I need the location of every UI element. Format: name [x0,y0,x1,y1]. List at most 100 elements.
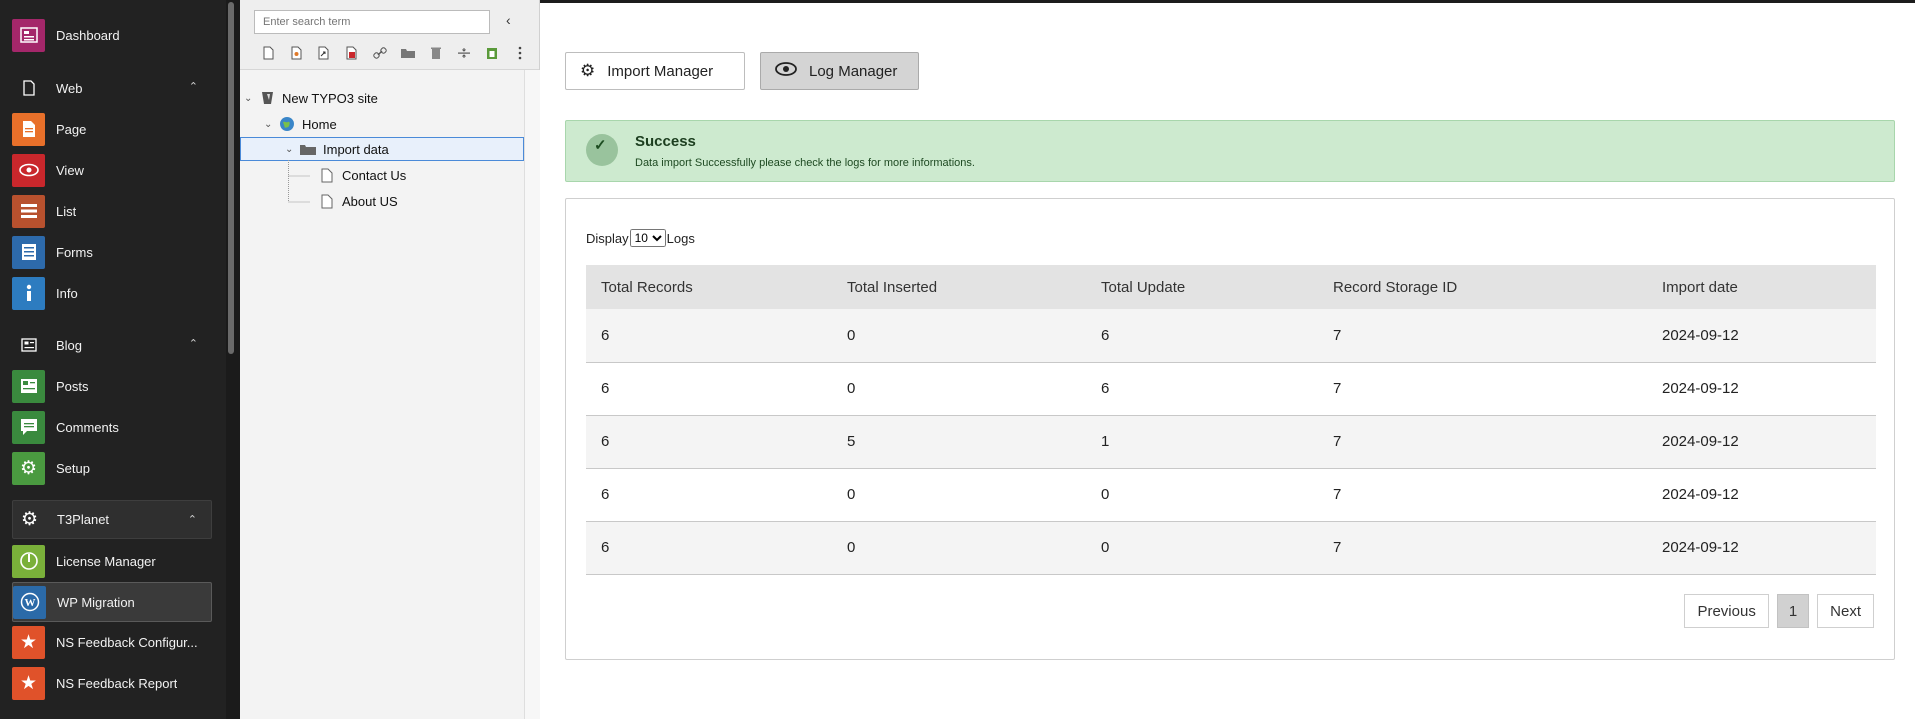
column-header[interactable]: Total Records [586,265,832,309]
tree-node-about-us[interactable]: About US [318,189,398,213]
new-page-icon[interactable] [254,44,282,62]
menu-group-web[interactable]: Web ⌃ [12,68,212,108]
menu-item-info[interactable]: Info [12,273,212,313]
tree-lines [288,160,311,203]
menu-label: NS Feedback Report [56,675,178,691]
shortcut-page-icon[interactable] [310,44,338,62]
gear-icon: ⚙ [12,451,45,485]
spacer-icon[interactable] [450,44,478,62]
chevron-down-icon[interactable]: ⌄ [285,144,299,155]
page-icon [318,193,336,209]
page-size-select[interactable]: 10 [629,229,666,247]
current-page-button[interactable]: 1 [1776,594,1810,628]
page-outline-icon [12,72,45,105]
gear-icon: ⚙ [20,509,39,530]
backend-user-page-icon[interactable] [282,44,310,62]
menu-item-view[interactable]: View [12,150,212,190]
tree-node-home[interactable]: ⌄ Home [264,112,337,136]
chevron-up-icon[interactable]: ⌃ [188,513,197,526]
page-tree-toolbar: ‹ [240,0,539,70]
menu-item-posts[interactable]: Posts [12,366,212,406]
button-label: Log Manager [809,62,898,80]
main-content: ⚙ Import Manager Log Manager ✓ Success D… [540,3,1915,719]
menu-item-ns-feedback-configuration[interactable]: ★ NS Feedback Configur... [12,622,212,662]
collapse-tree-icon[interactable]: ‹ [506,12,511,28]
next-page-button[interactable]: Next [1817,594,1874,628]
chevron-down-icon[interactable]: ⌄ [264,119,278,130]
chevron-up-icon[interactable]: ⌃ [189,80,198,93]
display-label: Display [586,230,629,246]
tree-toolbar-icons [254,44,534,62]
page-tree: ‹ ⌄ New TYPO3 site ⌄ Home ⌄ [240,0,540,719]
cell-import-date: 2024-09-12 [1647,362,1876,416]
eye-icon [12,153,45,187]
tree-node-contact-us[interactable]: Contact Us [318,163,406,187]
cell-record-storage-id: 7 [1318,415,1647,469]
folder-icon [299,141,317,157]
folder-icon[interactable] [394,44,422,62]
menu-label: Forms [56,244,93,260]
import-manager-button[interactable]: ⚙ Import Manager [565,52,745,90]
tree-scrollbar-track [524,70,540,719]
menu-item-comments[interactable]: Comments [12,407,212,447]
menu-item-license-manager[interactable]: License Manager [12,541,212,581]
menu-item-list[interactable]: List [12,191,212,231]
menu-item-ns-feedback-report[interactable]: ★ NS Feedback Report [12,663,212,703]
svg-text:W: W [24,597,35,609]
trash-icon[interactable] [422,44,450,62]
cell-total-records: 6 [586,415,832,469]
menu-item-page[interactable]: Page [12,109,212,149]
cell-total-inserted: 0 [832,362,1086,416]
mountpoint-page-icon[interactable] [338,44,366,62]
paste-icon[interactable] [478,44,506,62]
column-header[interactable]: Record Storage ID [1318,265,1647,309]
column-header[interactable]: Total Update [1086,265,1318,309]
success-alert: ✓ Success Data import Successfully pleas… [565,120,1895,182]
menu-item-wp-migration[interactable]: W WP Migration [12,582,212,622]
table-row: 6 0 6 7 2024-09-12 [586,309,1876,363]
table-row: 6 0 6 7 2024-09-12 [586,362,1876,416]
tree-node-label: New TYPO3 site [282,90,378,106]
cell-record-storage-id: 7 [1318,362,1647,416]
tree-search-input[interactable] [254,10,490,34]
table-row: 6 0 0 7 2024-09-12 [586,521,1876,575]
alert-message: Data import Successfully please check th… [635,157,975,169]
more-options-icon[interactable] [506,44,534,62]
wordpress-icon: W [13,585,46,619]
cell-record-storage-id: 7 [1318,521,1647,575]
cell-total-update: 0 [1086,468,1318,522]
tree-node-import-data[interactable]: ⌄ Import data [240,137,524,161]
cell-import-date: 2024-09-12 [1647,309,1876,363]
menu-group-t3planet[interactable]: ⚙ T3Planet ⌃ [12,500,212,539]
column-header[interactable]: Total Inserted [832,265,1086,309]
table-row: 6 5 1 7 2024-09-12 [586,415,1876,469]
chevron-down-icon[interactable]: ⌄ [244,93,258,104]
menu-group-blog[interactable]: Blog ⌃ [12,325,212,365]
menu-item-forms[interactable]: Forms [12,232,212,272]
link-icon[interactable] [366,44,394,62]
cell-total-inserted: 0 [832,521,1086,575]
module-menu-scrollbar[interactable] [228,2,234,354]
eye-icon [775,61,797,81]
tree-node-root[interactable]: ⌄ New TYPO3 site [244,86,378,110]
module-menu: Dashboard Web ⌃ Page View List Forms Inf… [0,0,226,719]
log-manager-button[interactable]: Log Manager [760,52,919,90]
gear-icon: ⚙ [580,61,596,80]
cell-total-records: 6 [586,521,832,575]
menu-item-setup[interactable]: ⚙ Setup [12,448,212,488]
chevron-up-icon[interactable]: ⌃ [189,337,198,350]
menu-label: Posts [56,378,89,394]
typo3-site-icon [258,90,276,106]
previous-page-button[interactable]: Previous [1684,594,1769,628]
list-icon [12,194,45,228]
menu-item-dashboard[interactable]: Dashboard [12,15,212,55]
column-header[interactable]: Import date [1647,265,1876,309]
tree-node-label: About US [342,193,398,209]
forms-icon [12,235,45,269]
cell-total-update: 1 [1086,415,1318,469]
info-icon [12,276,45,310]
logs-table: Total Records Total Inserted Total Updat… [586,265,1876,575]
cell-import-date: 2024-09-12 [1647,415,1876,469]
menu-label: WP Migration [57,594,135,610]
posts-icon [12,369,45,403]
